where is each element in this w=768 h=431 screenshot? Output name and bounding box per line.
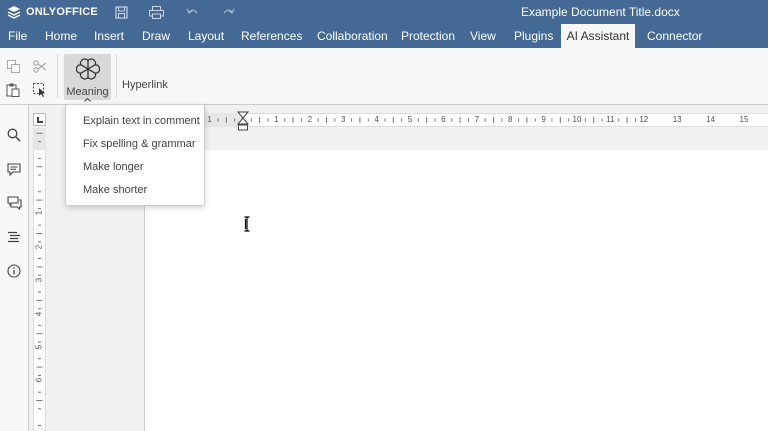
hyperlink-button[interactable]: Hyperlink <box>122 79 168 91</box>
tab-view[interactable]: View <box>462 24 504 48</box>
ruler-number: 1 <box>207 115 212 124</box>
tab-stop-selector[interactable] <box>33 113 46 126</box>
ruler-number: 15 <box>739 115 749 124</box>
meaning-button[interactable]: Meaning <box>64 54 111 102</box>
tab-plugins[interactable]: Plugins <box>506 24 561 48</box>
menu-item-fix-spelling[interactable]: Fix spelling & grammar <box>66 133 204 156</box>
meaning-label: Meaning <box>66 86 109 98</box>
tab-insert[interactable]: Insert <box>86 24 132 48</box>
ruler-number: 2 <box>307 115 313 124</box>
ruler-number: 4 <box>374 115 379 124</box>
ruler-number: 2 <box>34 244 44 250</box>
tab-protection[interactable]: Protection <box>393 24 463 48</box>
ruler-number: 13 <box>672 115 682 124</box>
ruler-number: 6 <box>34 378 44 383</box>
tab-draw[interactable]: Draw <box>134 24 178 48</box>
ruler-number: 3 <box>340 115 346 124</box>
menu-item-make-longer[interactable]: Make longer <box>66 156 204 179</box>
document-page[interactable] <box>144 150 768 431</box>
tab-ai-assistant[interactable]: AI Assistant <box>561 24 635 48</box>
headings-icon[interactable] <box>6 229 22 245</box>
ruler-number: 7 <box>474 115 480 124</box>
select-all-icon[interactable] <box>32 82 48 98</box>
tab-connector[interactable]: Connector <box>639 24 710 48</box>
title-bar: ONLYOFFICE Example Document Title.docx <box>0 0 768 24</box>
ruler-number: 4 <box>34 311 44 316</box>
indent-marker-icon[interactable] <box>237 111 249 131</box>
ruler-number: 10 <box>572 115 582 124</box>
ruler-number: 5 <box>407 115 413 124</box>
menu-tabs: File Home Insert Draw Layout References … <box>0 24 768 48</box>
search-icon[interactable] <box>6 127 22 143</box>
menu-item-make-shorter[interactable]: Make shorter <box>66 179 204 202</box>
tab-references[interactable]: References <box>233 24 310 48</box>
menu-item-explain-text[interactable]: Explain text in comment <box>66 110 204 133</box>
document-title: Example Document Title.docx <box>521 5 680 19</box>
comments-icon[interactable] <box>6 161 22 177</box>
print-icon[interactable] <box>148 4 164 20</box>
ruler-number: 9 <box>541 115 546 124</box>
tab-home[interactable]: Home <box>37 24 85 48</box>
copy-icon[interactable] <box>5 58 21 74</box>
undo-icon[interactable] <box>184 4 200 20</box>
save-icon[interactable] <box>113 4 129 20</box>
chat-icon[interactable] <box>6 195 22 211</box>
ruler-number: 12 <box>639 115 649 124</box>
ruler-number: 6 <box>441 115 446 124</box>
left-panel <box>0 105 29 431</box>
ruler-number: 5 <box>34 344 44 350</box>
text-cursor-icon <box>244 216 250 232</box>
ruler-number: 8 <box>507 115 513 124</box>
caret-up-icon <box>84 98 91 102</box>
cut-icon[interactable] <box>32 58 48 74</box>
meaning-dropdown-menu: Explain text in comment Fix spelling & g… <box>65 104 205 206</box>
openai-icon <box>76 58 100 80</box>
paste-icon[interactable] <box>5 82 21 98</box>
ruler-number: 1 <box>274 115 279 124</box>
tab-file[interactable]: File <box>0 24 35 48</box>
onlyoffice-logo-icon <box>7 6 21 19</box>
redo-icon[interactable] <box>220 4 236 20</box>
tab-collaboration[interactable]: Collaboration <box>309 24 396 48</box>
tab-layout[interactable]: Layout <box>180 24 232 48</box>
ruler-number: 14 <box>706 115 716 124</box>
app-brand: ONLYOFFICE <box>26 6 98 18</box>
ruler-number: 11 <box>606 115 615 124</box>
toolbar-separator <box>57 54 58 98</box>
toolbar: Meaning Hyperlink <box>0 48 768 105</box>
ruler-number: 3 <box>34 277 44 283</box>
info-icon[interactable] <box>6 263 22 279</box>
ruler-number: 1 <box>34 211 44 216</box>
toolbar-separator <box>116 54 117 98</box>
app-logo: ONLYOFFICE <box>7 5 98 19</box>
